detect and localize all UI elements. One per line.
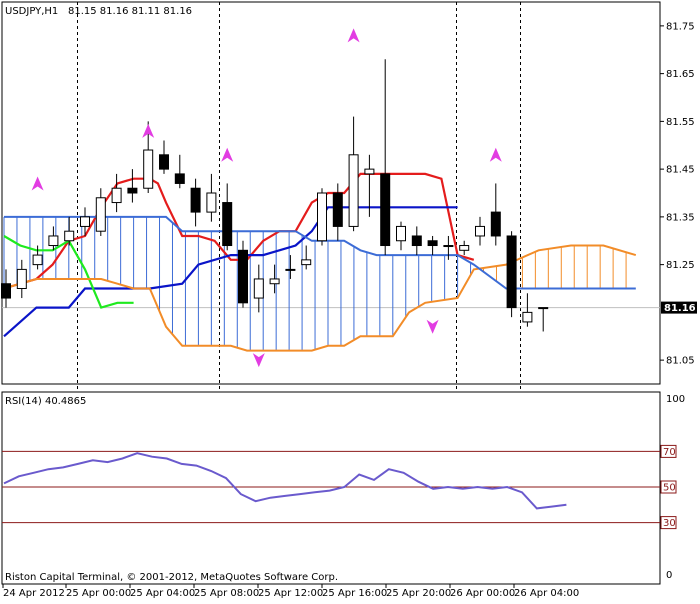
candle-body bbox=[522, 311, 533, 323]
x-tick-label: 25 Apr 20:00 bbox=[386, 588, 451, 599]
chart-svg: USDJPY,H1 81.15 81.16 81.11 81.16 81.75 8… bbox=[1, 1, 697, 599]
candle-body bbox=[253, 278, 264, 299]
candle-body bbox=[111, 187, 122, 204]
candle-body bbox=[332, 192, 343, 227]
rsi-panel-frame bbox=[1, 391, 661, 585]
candle-body bbox=[490, 211, 501, 237]
x-tick-label: 25 Apr 12:00 bbox=[258, 588, 323, 599]
candle-body bbox=[159, 154, 169, 170]
candle-body bbox=[80, 216, 90, 227]
candle-body bbox=[174, 173, 185, 184]
candle-body bbox=[16, 268, 27, 289]
candle-body bbox=[348, 154, 359, 227]
x-tick-label: 25 Apr 08:00 bbox=[194, 588, 259, 599]
candle-body bbox=[269, 278, 280, 285]
price-tick-label: 81.55 bbox=[666, 117, 695, 128]
candle-body bbox=[285, 268, 296, 271]
ohlc-label: 81.15 81.16 81.11 81.16 bbox=[68, 6, 192, 17]
x-tick-label: 25 Apr 16:00 bbox=[322, 588, 387, 599]
candle-body bbox=[396, 225, 406, 242]
candle-body bbox=[64, 230, 75, 242]
candle-body bbox=[222, 202, 233, 247]
candle-body bbox=[317, 192, 327, 242]
x-axis: 24 Apr 2012 25 Apr 00:0025 Apr 04:0025 Ap… bbox=[2, 584, 579, 599]
price-tick-label: 81.45 bbox=[666, 165, 695, 176]
candle-body bbox=[95, 197, 106, 232]
rsi-tick-100: 100 bbox=[666, 394, 685, 405]
candle-body bbox=[443, 245, 454, 248]
candle-body bbox=[506, 235, 517, 309]
candle-body bbox=[190, 187, 201, 213]
x-tick-label: 24 Apr 2012 bbox=[3, 588, 65, 599]
candle-body bbox=[32, 254, 43, 266]
x-tick-label: 25 Apr 00:00 bbox=[66, 588, 131, 599]
candle-body bbox=[206, 192, 217, 213]
x-tick-label: 26 Apr 00:00 bbox=[450, 588, 515, 599]
copyright-text: Riston Capital Terminal, © 2001-2012, Me… bbox=[5, 572, 338, 583]
rsi-label: RSI(14) 40.4865 bbox=[5, 396, 86, 407]
candle-body bbox=[143, 149, 154, 189]
current-price-label: 81.16 bbox=[664, 303, 696, 314]
x-tick-label: 25 Apr 04:00 bbox=[130, 588, 195, 599]
candle-body bbox=[380, 173, 391, 247]
price-tick-label: 81.75 bbox=[666, 21, 695, 32]
candle-body bbox=[475, 225, 485, 237]
candle-body bbox=[459, 245, 470, 251]
rsi-panel: RSI(14) 40.4865 70 50 30 100 0 bbox=[1, 391, 685, 585]
x-tick-label: 26 Apr 04:00 bbox=[514, 588, 579, 599]
chart-window: USDJPY,H1 81.15 81.16 81.11 81.16 81.75 8… bbox=[0, 0, 700, 600]
candle-body bbox=[301, 259, 312, 266]
candle-body bbox=[538, 307, 549, 310]
price-tick-label: 81.35 bbox=[666, 212, 695, 223]
rsi-level-label: 70 bbox=[663, 447, 676, 458]
candle-body bbox=[364, 168, 375, 175]
price-tick-label: 81.65 bbox=[666, 69, 695, 80]
symbol-label: USDJPY,H1 bbox=[5, 6, 58, 17]
candle-body bbox=[238, 249, 248, 304]
candle-body bbox=[48, 235, 59, 247]
candle-body bbox=[1, 283, 11, 299]
rsi-level-label: 50 bbox=[663, 483, 676, 494]
rsi-tick-0: 0 bbox=[666, 570, 672, 581]
candle-body bbox=[127, 187, 138, 194]
price-tick-label: 81.25 bbox=[666, 260, 695, 271]
price-tick-label: 81.05 bbox=[666, 356, 695, 367]
candle-body bbox=[411, 235, 422, 247]
candle-body bbox=[427, 240, 438, 247]
rsi-level-label: 30 bbox=[663, 518, 676, 529]
